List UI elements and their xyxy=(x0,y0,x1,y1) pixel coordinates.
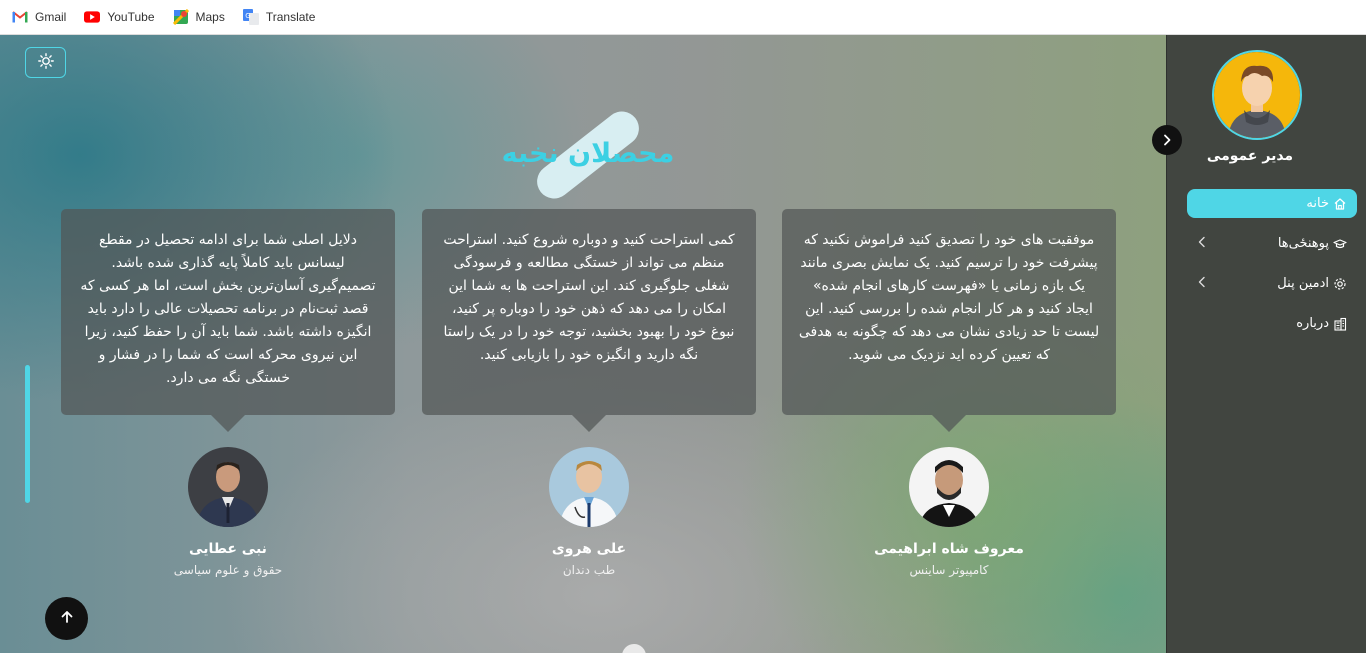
bookmarks-bar: Gmail YouTube Maps G Translate xyxy=(0,0,1366,35)
sidebar-item-faculties[interactable]: پوهنځی‌ها xyxy=(1187,229,1357,258)
testimonial-text: کمی استراحت کنید و دوباره شروع کنید. است… xyxy=(443,232,735,363)
chevron-left-icon xyxy=(1197,276,1207,292)
author-name: معروف شاه ابراهیمی xyxy=(874,541,1024,557)
sidebar-item-label: پوهنځی‌ها xyxy=(1277,236,1329,251)
bookmark-maps[interactable]: Maps xyxy=(172,9,225,25)
home-icon xyxy=(1333,197,1347,211)
author-name: علی هروی xyxy=(551,541,627,557)
testimonial-author: نبی عطایی حقوق و علوم سیاسی xyxy=(108,447,348,581)
bookmark-youtube[interactable]: YouTube xyxy=(84,9,155,25)
carousel-indicator-dot[interactable] xyxy=(622,644,646,653)
sidebar-item-about[interactable]: درباره xyxy=(1187,309,1357,338)
gmail-icon xyxy=(12,9,28,25)
sidebar-toggle-button[interactable] xyxy=(1152,125,1182,155)
sidebar: مدیر عمومی خانه پوهنځی‌ها ادمین xyxy=(1166,35,1366,653)
sidebar-item-label: درباره xyxy=(1296,316,1329,331)
bookmark-translate[interactable]: G Translate xyxy=(242,9,316,25)
sun-icon xyxy=(37,52,54,73)
avatar xyxy=(188,447,268,527)
testimonial-text: موفقیت های خود را تصدیق کنید فراموش نکنی… xyxy=(798,232,1100,363)
author-name: نبی عطایی xyxy=(189,541,267,557)
theme-toggle-button[interactable] xyxy=(25,47,66,78)
translate-icon: G xyxy=(242,9,259,25)
section-title-wrap: محصلان نخبه xyxy=(490,104,690,206)
graduation-cap-icon xyxy=(1333,237,1347,251)
author-field: طب دندان xyxy=(562,563,616,577)
chevron-left-icon xyxy=(1197,236,1207,252)
youtube-icon xyxy=(84,9,101,25)
main-content: محصلان نخبه موفقیت های خود را تصدیق کنید… xyxy=(0,35,1166,653)
author-field: کامپیوتر ساینس xyxy=(909,563,989,577)
testimonial-card: موفقیت های خود را تصدیق کنید فراموش نکنی… xyxy=(782,209,1116,432)
gear-icon xyxy=(1333,277,1347,291)
testimonial-author: علی هروی طب دندان xyxy=(469,447,709,581)
arrow-up-icon xyxy=(60,609,74,628)
svg-text:G: G xyxy=(245,12,250,20)
testimonial-author: معروف شاه ابراهیمی کامپیوتر ساینس xyxy=(829,447,1069,581)
testimonial-card: کمی استراحت کنید و دوباره شروع کنید. است… xyxy=(422,209,756,432)
testimonial-text: دلایل اصلی شما برای ادامه تحصیل در مقطع … xyxy=(80,232,376,386)
avatar xyxy=(909,447,989,527)
maps-icon xyxy=(172,9,189,25)
avatar xyxy=(549,447,629,527)
author-field: حقوق و علوم سیاسی xyxy=(173,563,283,577)
testimonial-card: دلایل اصلی شما برای ادامه تحصیل در مقطع … xyxy=(61,209,395,432)
section-title: محصلان نخبه xyxy=(501,138,675,169)
bookmark-gmail[interactable]: Gmail xyxy=(12,9,66,25)
sidebar-item-home[interactable]: خانه xyxy=(1187,189,1357,218)
profile-avatar xyxy=(1212,50,1302,140)
bookmark-label: Maps xyxy=(195,10,225,24)
bookmark-label: Gmail xyxy=(35,10,67,24)
scroll-progress-indicator xyxy=(25,365,30,503)
bookmark-label: Translate xyxy=(265,10,316,24)
bookmark-label: YouTube xyxy=(107,10,155,24)
sidebar-item-label: ادمین پنل xyxy=(1277,276,1329,291)
sidebar-item-admin-panel[interactable]: ادمین پنل xyxy=(1187,269,1357,298)
profile-name: مدیر عمومی xyxy=(1206,148,1294,164)
sidebar-item-label: خانه xyxy=(1306,196,1329,211)
chevron-right-icon xyxy=(1161,131,1173,150)
scroll-to-top-button[interactable] xyxy=(45,597,88,640)
building-icon xyxy=(1333,317,1347,331)
